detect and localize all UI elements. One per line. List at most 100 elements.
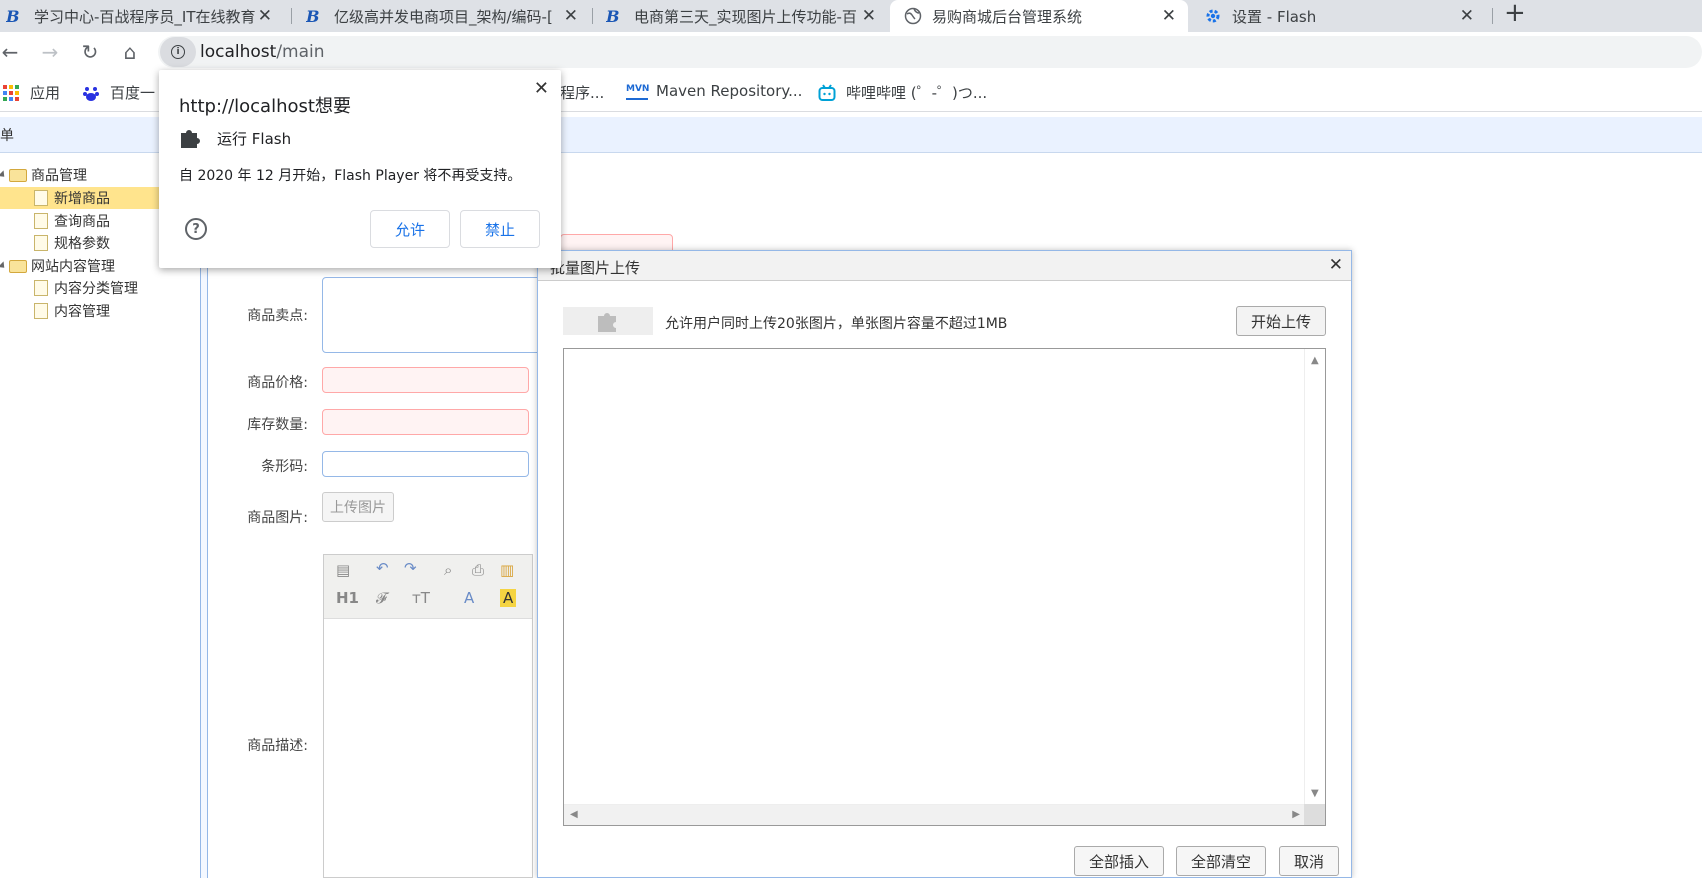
tree-node-query-product[interactable]: 查询商品 [34,210,110,232]
description-label: 商品描述: [247,738,308,754]
tree-node-content-category[interactable]: 内容分类管理 [34,277,138,299]
price-field[interactable] [322,367,529,393]
tab-strip: B 学习中心-百战程序员_IT在线教育 ✕ B 亿级高并发电商项目_架构/编码-… [0,0,1702,32]
url-host: localhost [200,42,277,62]
flash-plugin-placeholder[interactable] [563,307,653,335]
help-icon[interactable]: ? [185,218,207,240]
scroll-right-icon[interactable]: ▶ [1292,809,1300,820]
bookmark-label: 程序... [560,84,605,102]
bookmark-apps[interactable]: 应用 [2,82,60,103]
url-path: /main [276,42,325,62]
tab-image-upload-lesson[interactable]: B 电商第三天_实现图片上传功能-百 ✕ [606,0,888,32]
puzzle-icon [181,130,200,148]
scroll-up-icon[interactable]: ▲ [1311,355,1319,366]
home-button[interactable]: ⌂ [116,38,144,66]
tab-flash-settings[interactable]: 设置 - Flash ✕ [1204,0,1486,32]
clear-all-button[interactable]: 全部清空 [1176,846,1266,876]
price-label: 商品价格: [247,375,308,391]
scroll-left-icon[interactable]: ◀ [570,809,578,820]
tree-node-content-management[interactable]: 内容管理 [34,300,110,322]
tree-node-add-product[interactable]: 新增商品 [0,187,160,209]
font-size-button[interactable]: ᴛT [412,589,430,607]
close-dialog-button[interactable]: ✕ [1329,255,1343,275]
cancel-button[interactable]: 取消 [1279,846,1339,876]
close-tab-icon[interactable]: ✕ [258,6,272,26]
tab-title: 学习中心-百战程序员_IT在线教育 [34,7,256,26]
editor-toolbar: ▤ ↶ ↷ ⌕ ⎙ ▥ H1 𝓕 ᴛT A A [324,555,532,619]
close-popup-button[interactable]: ✕ [534,78,549,99]
file-icon [34,213,48,229]
bookmark-baidu[interactable]: 百度一 [82,82,155,103]
horizontal-scrollbar[interactable]: ◀ ▶ [564,804,1306,825]
template-icon[interactable]: ▥ [500,561,514,579]
tab-separator [1492,8,1493,24]
close-tab-icon[interactable]: ✕ [1460,6,1474,26]
forward-button[interactable]: → [36,38,64,66]
file-icon [34,303,48,319]
bookmark-label: Maven Repository... [656,82,803,100]
batch-upload-dialog: 批量图片上传 ✕ 允许用户同时上传20张图片，单张图片容量不超过1MB 开始上传… [537,250,1352,878]
upload-image-button[interactable]: 上传图片 [322,492,394,522]
flash-deprecation-message: 自 2020 年 12 月开始，Flash Player 将不再受支持。 [179,168,522,184]
block-button[interactable]: 禁止 [460,210,540,248]
sell-point-field[interactable] [322,277,542,353]
tree-node-product-management[interactable]: 商品管理 [0,164,87,186]
vertical-scrollbar[interactable]: ▲ ▼ [1304,349,1325,805]
gear-icon [1206,9,1220,23]
undo-icon[interactable]: ↶ [376,559,389,577]
allow-button[interactable]: 允许 [370,210,450,248]
close-tab-icon[interactable]: ✕ [1162,6,1176,26]
insert-all-button[interactable]: 全部插入 [1074,846,1164,876]
print-icon[interactable]: ⎙ [472,561,484,579]
info-icon: i [171,45,185,59]
stock-field[interactable] [322,409,529,435]
browser-toolbar: ← → ↻ ⌂ i localhost/main [0,32,1702,72]
tab-title: 电商第三天_实现图片上传功能-百 [634,7,857,26]
heading-button[interactable]: H1 [336,589,359,607]
tab-learning-center[interactable]: B 学习中心-百战程序员_IT在线教育 ✕ [6,0,284,32]
tab-separator [291,8,292,24]
new-tab-button[interactable]: + [1504,0,1526,28]
permission-row: 运行 Flash [179,127,291,149]
sell-point-label: 商品卖点: [247,308,308,324]
font-color-button[interactable]: A [464,589,474,607]
tab-title: 易购商城后台管理系统 [932,7,1083,26]
close-tab-icon[interactable]: ✕ [564,6,578,26]
expand-arrow-icon[interactable] [0,261,8,271]
upload-file-list[interactable]: ▲ ▼ ◀ ▶ [563,348,1326,826]
scrollbar-corner [1304,804,1325,825]
tree-node-site-content[interactable]: 网站内容管理 [0,255,115,277]
address-bar[interactable]: i localhost/main [158,36,1702,68]
tree-node-label: 新增商品 [54,191,110,207]
dialog-title: 批量图片上传 [550,259,641,277]
paste-icon[interactable]: ▤ [336,561,350,579]
bookmark-programmer[interactable]: 程序... [560,82,604,103]
barcode-field[interactable] [322,451,529,477]
back-button[interactable]: ← [0,38,24,66]
expand-arrow-icon[interactable] [0,170,8,180]
highlight-color-button[interactable]: A [500,589,517,607]
font-family-button[interactable]: 𝓕 [376,589,387,607]
url-text: localhost/main [200,42,325,62]
tab-admin-system[interactable]: 易购商城后台管理系统 ✕ [890,0,1188,32]
start-upload-button[interactable]: 开始上传 [1236,306,1326,336]
bookmark-label: 应用 [30,84,61,102]
dialog-header[interactable]: 批量图片上传 ✕ [538,251,1351,281]
close-tab-icon[interactable]: ✕ [862,6,876,26]
scroll-down-icon[interactable]: ▼ [1311,788,1319,799]
site-info-button[interactable]: i [160,37,196,67]
tree-node-spec-params[interactable]: 规格参数 [34,232,110,254]
folder-icon [9,168,27,182]
bookmark-maven[interactable]: MVN Maven Repository... [626,82,802,100]
tree-node-label: 规格参数 [54,236,110,252]
rich-text-editor[interactable]: ▤ ↶ ↷ ⌕ ⎙ ▥ H1 𝓕 ᴛT A A [323,554,533,878]
preview-icon[interactable]: ⌕ [444,561,452,579]
tab-ecommerce-project[interactable]: B 亿级高并发电商项目_架构/编码-[ ✕ [306,0,590,32]
redo-icon[interactable]: ↷ [404,559,417,577]
file-icon [34,190,48,206]
bookmark-bilibili[interactable]: 哔哩哔哩 (゜-゜)つ... [818,82,987,103]
tree-node-label: 查询商品 [54,214,110,230]
bookmark-label: 百度一 [110,84,156,102]
reload-button[interactable]: ↻ [76,38,104,66]
stock-label: 库存数量: [247,417,308,433]
